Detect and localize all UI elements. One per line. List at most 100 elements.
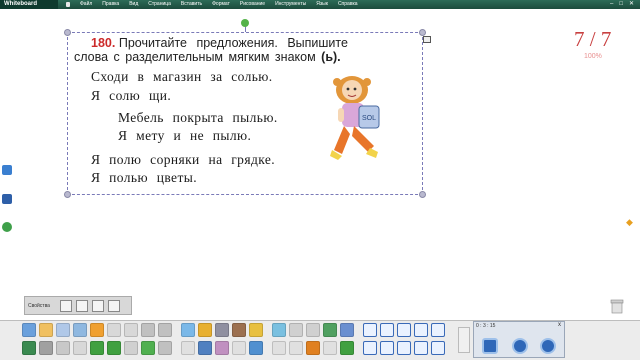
paste-icon[interactable] <box>124 323 138 337</box>
recognize-icon[interactable] <box>340 341 354 355</box>
sentence-1: Сходи в магазин за солью. <box>91 69 273 84</box>
trash-icon[interactable] <box>610 298 624 314</box>
palette-timer: 0 : 3 : 15 <box>476 323 496 329</box>
list-icon[interactable] <box>108 299 120 312</box>
hand-icon[interactable] <box>141 341 155 355</box>
menu-bar: Whiteboard Файл Правка Вид Страница Вста… <box>0 0 640 9</box>
print-icon[interactable] <box>39 341 53 355</box>
girl-with-salt-illustration: SOL <box>330 76 380 160</box>
brush-icon[interactable] <box>249 323 263 337</box>
menu-file[interactable]: Файл <box>80 0 92 9</box>
hexagon-icon[interactable] <box>397 341 411 355</box>
floating-palette: 0 : 3 : 15 x <box>473 321 565 358</box>
sidebar-toggle-icon[interactable]: ◆ <box>626 217 633 228</box>
instruction-line-2-text: слова с разделительным мягким знаком <box>74 50 322 64</box>
fill-icon[interactable] <box>92 299 104 312</box>
menu-draw[interactable]: Рисование <box>240 0 265 9</box>
open-icon[interactable] <box>39 323 53 337</box>
new-page-icon[interactable] <box>22 323 36 337</box>
sentence-5: Я полю сорняки на грядке. <box>91 152 276 167</box>
minimize-icon[interactable]: – <box>610 0 613 9</box>
pentagon-icon[interactable] <box>380 341 394 355</box>
clock-icon[interactable] <box>232 341 246 355</box>
menu-insert[interactable]: Вставить <box>181 0 202 9</box>
line-icon[interactable] <box>272 341 286 355</box>
spotlight-icon[interactable] <box>198 341 212 355</box>
ruler-icon[interactable] <box>215 341 229 355</box>
circle-icon[interactable] <box>380 323 394 337</box>
delete-icon[interactable] <box>56 341 70 355</box>
menu-help[interactable]: Справка <box>338 0 358 9</box>
side-book-icon[interactable] <box>2 194 12 204</box>
table-icon[interactable] <box>289 323 303 337</box>
protractor-icon[interactable] <box>249 341 263 355</box>
palette-camera-icon[interactable] <box>540 338 556 354</box>
menu-language[interactable]: Язык <box>316 0 328 9</box>
resize-handle-top-left[interactable] <box>64 29 71 36</box>
resize-handle-top-right[interactable] <box>419 29 426 36</box>
right-triangle-icon[interactable] <box>363 341 377 355</box>
palette-grip[interactable] <box>458 327 470 353</box>
highlighter-icon[interactable] <box>323 323 337 337</box>
fit-icon[interactable] <box>158 341 172 355</box>
prev-page-icon[interactable] <box>90 341 104 355</box>
exercise-number: 180. <box>91 36 116 50</box>
side-globe-icon[interactable] <box>2 222 12 232</box>
sentence-3: Мебель покрыта пылью. <box>118 110 278 125</box>
object-menu-icon[interactable] <box>423 36 431 43</box>
pencil-icon[interactable] <box>289 341 303 355</box>
magnifier-icon[interactable] <box>181 341 195 355</box>
pen-icon[interactable] <box>198 323 212 337</box>
rhombus-icon[interactable] <box>431 323 445 337</box>
arrow-shape-icon[interactable] <box>431 341 445 355</box>
close-icon[interactable]: ✕ <box>629 0 634 9</box>
menu-format[interactable]: Формат <box>212 0 230 9</box>
menu-view[interactable]: Вид <box>129 0 138 9</box>
zoom-out-icon[interactable] <box>158 323 172 337</box>
side-panel-icon[interactable] <box>2 165 12 175</box>
redo-icon[interactable] <box>73 323 87 337</box>
quick-menu-icon[interactable] <box>66 2 70 7</box>
layers-icon[interactable] <box>76 299 88 312</box>
palette-close-icon[interactable]: x <box>558 322 561 328</box>
sentence-6: Я полью цветы. <box>91 170 197 185</box>
image-icon[interactable] <box>306 323 320 337</box>
square-icon[interactable] <box>363 323 377 337</box>
grid-view-icon[interactable] <box>60 299 72 312</box>
instruction-line-2: слова с разделительным мягким знаком (ь)… <box>74 50 341 64</box>
text-icon[interactable] <box>306 341 320 355</box>
copy-icon[interactable] <box>107 323 121 337</box>
resize-handle-bottom-left[interactable] <box>64 191 71 198</box>
page-counter: 7 / 7 <box>574 27 612 51</box>
duplicate-icon[interactable] <box>73 341 87 355</box>
menu-tools[interactable]: Инструменты <box>275 0 306 9</box>
properties-label: Свойства <box>28 302 50 309</box>
menu-page[interactable]: Страница <box>148 0 171 9</box>
camera-icon[interactable] <box>232 323 246 337</box>
next-page-icon[interactable] <box>107 341 121 355</box>
eraser-icon[interactable] <box>323 341 337 355</box>
zoom-in-icon[interactable] <box>141 323 155 337</box>
save-icon[interactable] <box>22 341 36 355</box>
undo-icon[interactable] <box>56 323 70 337</box>
rotate-handle[interactable] <box>241 19 249 27</box>
app-logo: Whiteboard <box>0 0 58 9</box>
select-icon[interactable] <box>90 323 104 337</box>
palette-globe-icon[interactable] <box>512 338 528 354</box>
record-icon[interactable] <box>215 323 229 337</box>
star-icon[interactable] <box>414 341 428 355</box>
triangle-icon[interactable] <box>397 323 411 337</box>
link-icon[interactable] <box>272 323 286 337</box>
page-sorter-icon[interactable] <box>124 341 138 355</box>
toolbar-row-1 <box>22 323 445 337</box>
menu-edit[interactable]: Правка <box>102 0 119 9</box>
palette-screen-icon[interactable] <box>482 338 498 354</box>
maximize-icon[interactable]: □ <box>619 0 623 9</box>
resize-handle-bottom-right[interactable] <box>419 191 426 198</box>
sentence-4: Я мету и не пылю. <box>118 128 252 143</box>
parallelogram-icon[interactable] <box>414 323 428 337</box>
jar-label: SOL <box>362 115 376 122</box>
shape-icon[interactable] <box>340 323 354 337</box>
screen-icon[interactable] <box>181 323 195 337</box>
sentence-2: Я солю щи. <box>91 88 172 103</box>
